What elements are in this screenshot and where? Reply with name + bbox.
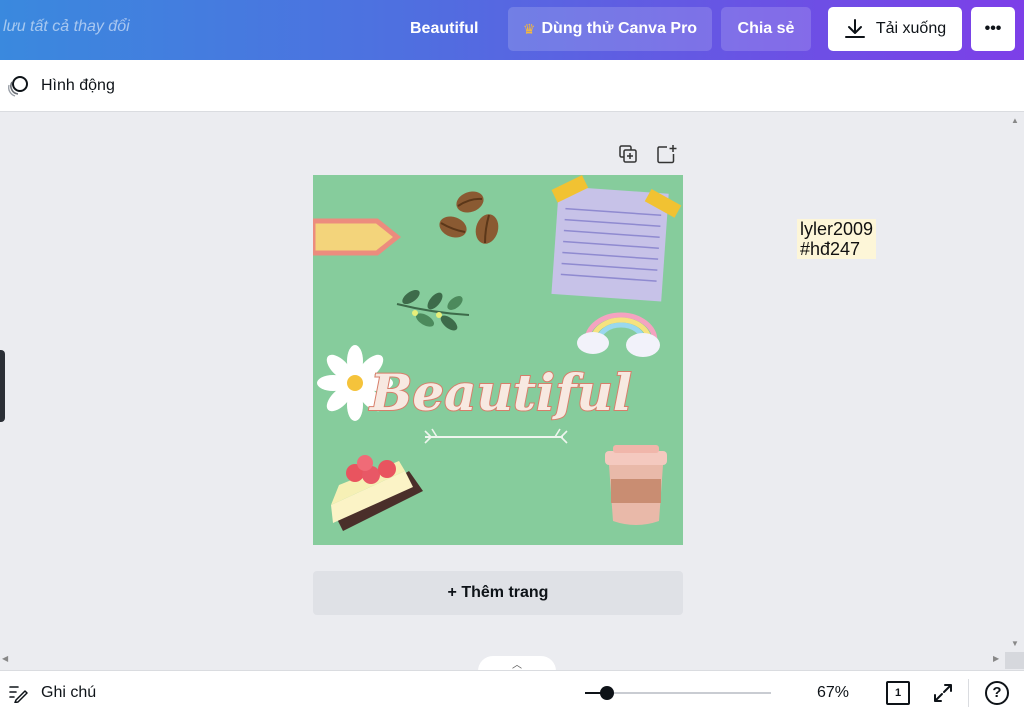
collapse-footer-button[interactable]: ︿ bbox=[478, 656, 556, 671]
rainbow-sticker[interactable] bbox=[577, 312, 660, 357]
footer-divider bbox=[968, 679, 969, 707]
divider-ornament bbox=[424, 428, 568, 444]
bottom-bar: Ghi chú 67% 1 ? bbox=[0, 670, 1024, 715]
duplicate-page-button[interactable] bbox=[618, 144, 638, 169]
notes-button[interactable]: Ghi chú bbox=[8, 683, 96, 703]
vertical-scrollbar[interactable]: ▲ ▼ bbox=[1005, 112, 1024, 652]
watermark-text: lyler2009 #hđ247 bbox=[797, 219, 877, 259]
add-page-icon bbox=[657, 145, 677, 164]
save-status: lưu tất cả thay đổi bbox=[3, 18, 130, 35]
animate-label: Hình động bbox=[41, 77, 115, 94]
coffee-beans-sticker[interactable] bbox=[436, 188, 501, 247]
help-icon[interactable]: ? bbox=[985, 681, 1009, 705]
zoom-slider-thumb[interactable] bbox=[600, 686, 615, 700]
fullscreen-button[interactable] bbox=[932, 682, 954, 709]
scroll-right-icon[interactable]: ▶ bbox=[993, 654, 999, 663]
add-page-button[interactable]: + Thêm trang bbox=[313, 571, 683, 615]
arrow-tag-sticker[interactable] bbox=[313, 218, 402, 256]
notes-label: Ghi chú bbox=[41, 684, 97, 701]
download-button[interactable]: Tải xuống bbox=[828, 7, 962, 51]
scroll-down-icon[interactable]: ▼ bbox=[1011, 639, 1019, 648]
design-canvas[interactable]: Beautiful bbox=[313, 175, 683, 545]
watermark-line-1: lyler2009 bbox=[800, 219, 874, 239]
add-page-icon-button[interactable] bbox=[656, 144, 678, 169]
duplicate-page-icon bbox=[619, 145, 637, 163]
try-pro-button[interactable]: ♛ Dùng thử Canva Pro bbox=[508, 7, 712, 51]
download-icon bbox=[844, 19, 865, 38]
page-count-button[interactable]: 1 bbox=[886, 681, 910, 705]
context-toolbar: Hình động bbox=[0, 60, 1024, 112]
design-title[interactable]: Beautiful bbox=[410, 20, 478, 38]
coffee-cup-sticker[interactable] bbox=[605, 445, 667, 525]
zoom-value[interactable]: 67% bbox=[817, 684, 849, 702]
crown-icon: ♛ bbox=[522, 20, 536, 37]
note-paper-sticker[interactable] bbox=[544, 175, 683, 302]
zoom-slider[interactable] bbox=[585, 686, 771, 700]
download-label: Tải xuống bbox=[875, 20, 947, 37]
olive-branch-sticker[interactable] bbox=[396, 287, 470, 333]
fullscreen-icon bbox=[934, 684, 952, 702]
notes-icon bbox=[9, 686, 28, 703]
cake-slice-sticker[interactable] bbox=[331, 455, 423, 531]
share-button[interactable]: Chia sẻ bbox=[721, 7, 811, 51]
try-pro-label: Dùng thử Canva Pro bbox=[541, 20, 698, 37]
top-bar: lưu tất cả thay đổi Beautiful ♛ Dùng thử… bbox=[0, 0, 1024, 60]
side-panel-handle[interactable] bbox=[0, 350, 5, 422]
scrollbar-corner bbox=[1005, 652, 1024, 669]
more-button[interactable]: ••• bbox=[971, 7, 1015, 51]
scroll-left-icon[interactable]: ◀ bbox=[2, 654, 8, 663]
design-headline[interactable]: Beautiful bbox=[367, 362, 633, 423]
animate-icon bbox=[7, 76, 28, 97]
animate-button[interactable]: Hình động bbox=[6, 72, 115, 100]
watermark-line-2: #hđ247 bbox=[800, 239, 861, 259]
scroll-up-icon[interactable]: ▲ bbox=[1011, 116, 1019, 125]
